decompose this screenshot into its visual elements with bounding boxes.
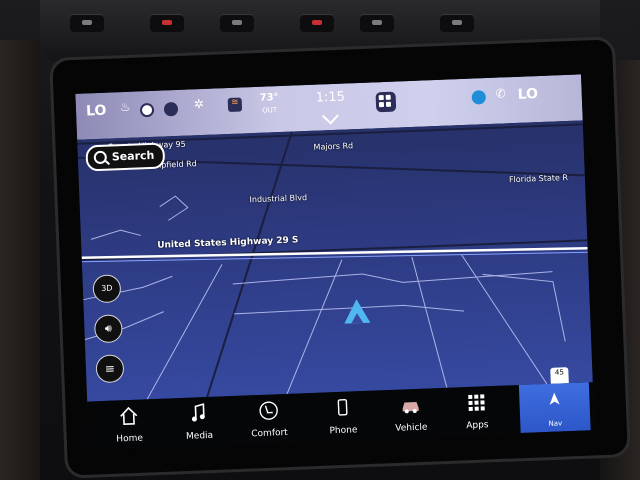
navigation-map[interactable]: County Highway 95 Stumpfield Rd Majors R… [77, 120, 593, 402]
tab-label-vehicle: Vehicle [395, 422, 428, 434]
apps-grid-icon[interactable] [375, 91, 397, 113]
seat-heat-icon[interactable]: ♨ [120, 100, 131, 114]
wifi-icon[interactable]: ≋ [227, 97, 243, 112]
home-icon [120, 406, 138, 426]
tab-label-media: Media [185, 430, 214, 442]
hardware-button-drive-mode[interactable] [360, 14, 394, 32]
nav-arrow-icon [549, 392, 560, 405]
car-icon [402, 401, 419, 414]
phone-icon[interactable]: ✆ [495, 86, 506, 100]
infotainment-screen: LO ♨ ✲ ≋ 73° OUT 1:15 ✆ LO 95 Stumpfield… [75, 74, 595, 450]
left-climate-mode[interactable]: LO [86, 103, 107, 120]
chevron-down-icon[interactable] [321, 107, 339, 125]
speed-limit-value: 45 [554, 368, 565, 377]
phone-icon [337, 399, 348, 416]
hardware-button-misc[interactable] [440, 14, 474, 32]
leather-trim-left [0, 40, 40, 480]
tab-comfort[interactable]: Comfort [237, 393, 301, 443]
right-climate-mode[interactable]: LO [517, 86, 538, 103]
hazard-button[interactable] [300, 14, 334, 32]
view-mode-label: 3D [101, 283, 113, 293]
search-button[interactable]: Search [85, 142, 165, 172]
hardware-button-rear-defrost[interactable] [220, 14, 254, 32]
tab-apps[interactable]: Apps [445, 385, 509, 435]
road-label-majors: Majors Rd [313, 141, 354, 152]
hardware-button-indicator[interactable] [150, 14, 184, 32]
steering-heat-icon[interactable] [139, 102, 155, 118]
tab-home[interactable]: Home [97, 399, 161, 449]
clock-time: 1:15 [315, 89, 346, 106]
menu-icon: ≡ [104, 361, 116, 376]
fan-icon[interactable]: ✲ [194, 97, 205, 111]
tab-phone[interactable]: Phone [311, 391, 375, 441]
tab-label-nav: Nav [548, 419, 563, 428]
search-icon [93, 150, 108, 165]
apps-grid-icon [468, 394, 485, 411]
search-button-label: Search [111, 148, 155, 164]
tab-vehicle[interactable]: Vehicle [379, 388, 443, 438]
outside-temp: 73° [259, 92, 279, 104]
tab-label-home: Home [116, 433, 144, 445]
tab-media[interactable]: Media [167, 396, 231, 446]
tab-label-comfort: Comfort [251, 427, 288, 440]
tab-label-apps: Apps [466, 420, 489, 432]
vehicle-position-arrow-icon [343, 298, 371, 324]
seat-comfort-icon [259, 401, 278, 420]
hardware-button-home[interactable] [70, 14, 104, 32]
alexa-icon[interactable] [471, 90, 487, 105]
speaker-icon: 🔊︎ [104, 321, 113, 335]
outside-temp-label: OUT [261, 106, 278, 115]
driver-icon[interactable] [163, 101, 179, 117]
music-note-icon [191, 403, 205, 422]
tab-label-phone: Phone [329, 425, 358, 437]
tab-nav[interactable]: Nav [518, 382, 591, 433]
